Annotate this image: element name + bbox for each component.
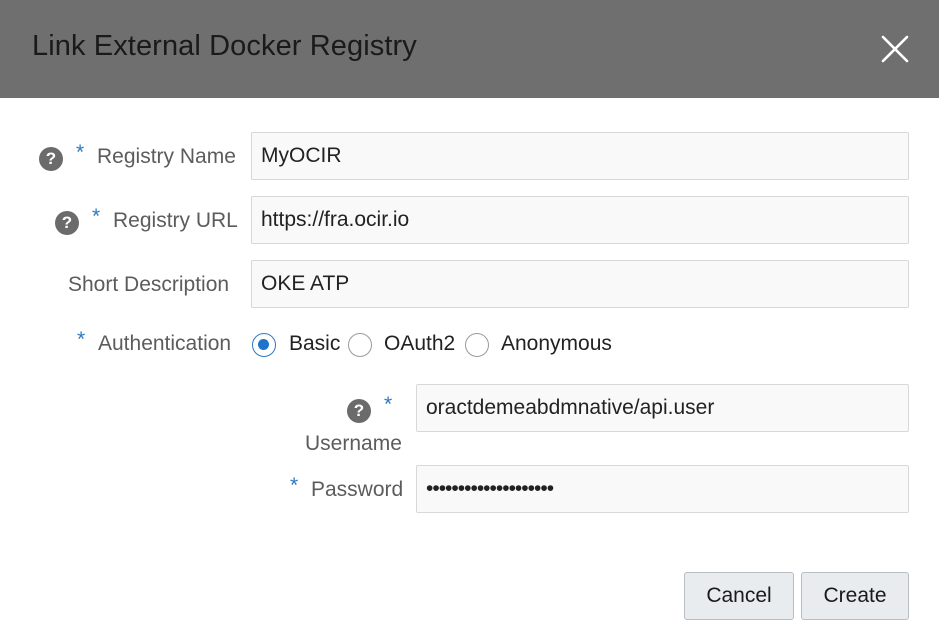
dialog-header: Link External Docker Registry bbox=[0, 0, 939, 98]
username-label: Username bbox=[305, 432, 402, 455]
authentication-required-marker: * bbox=[77, 328, 86, 351]
dialog-title: Link External Docker Registry bbox=[32, 30, 417, 62]
username-required-marker: * bbox=[384, 393, 393, 416]
auth-anonymous-radio[interactable] bbox=[465, 333, 489, 357]
close-icon[interactable] bbox=[878, 32, 912, 66]
auth-oauth2-label[interactable]: OAuth2 bbox=[384, 332, 455, 356]
password-required-marker: * bbox=[290, 474, 299, 497]
create-button[interactable]: Create bbox=[801, 572, 909, 620]
cancel-button[interactable]: Cancel bbox=[684, 572, 794, 620]
authentication-label: Authentication bbox=[98, 332, 232, 355]
registry-url-input[interactable]: https://fra.ocir.io bbox=[251, 196, 909, 244]
auth-basic-label[interactable]: Basic bbox=[289, 332, 340, 356]
registry-url-help-icon[interactable]: ? bbox=[55, 211, 79, 235]
password-label: Password bbox=[311, 478, 404, 501]
username-help-icon[interactable]: ? bbox=[347, 399, 371, 423]
password-input[interactable]: •••••••••••••••••••• bbox=[416, 465, 909, 513]
registry-name-help-icon[interactable]: ? bbox=[39, 147, 63, 171]
auth-oauth2-radio[interactable] bbox=[348, 333, 372, 357]
short-description-input[interactable]: OKE ATP bbox=[251, 260, 909, 308]
registry-name-required-marker: * bbox=[76, 141, 85, 164]
auth-basic-radio[interactable] bbox=[252, 333, 276, 357]
username-input[interactable]: oractdemeabdmnative/api.user bbox=[416, 384, 909, 432]
registry-name-input[interactable]: MyOCIR bbox=[251, 132, 909, 180]
auth-anonymous-label[interactable]: Anonymous bbox=[501, 332, 612, 356]
registry-url-required-marker: * bbox=[92, 205, 101, 228]
registry-name-label: Registry Name bbox=[97, 145, 236, 168]
short-description-label: Short Description bbox=[68, 273, 230, 296]
registry-url-label: Registry URL bbox=[113, 209, 238, 232]
